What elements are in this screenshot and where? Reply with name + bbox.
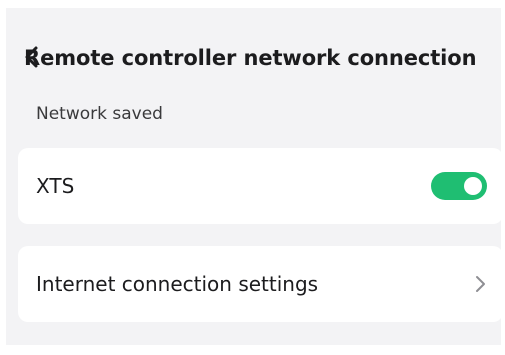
back-button[interactable] [24, 44, 40, 70]
internet-connection-settings-item[interactable]: Internet connection settings [18, 246, 503, 322]
network-toggle[interactable] [431, 172, 487, 200]
app-screen: Remote controller network connection Net… [6, 8, 503, 345]
page-title: Remote controller network connection [24, 46, 477, 70]
network-item-xts[interactable]: XTS [18, 148, 503, 224]
header: Remote controller network connection [24, 38, 477, 78]
back-arrow-icon [25, 46, 38, 68]
chevron-right-icon [473, 274, 487, 294]
section-label-network-saved: Network saved [36, 104, 163, 124]
toggle-knob [464, 177, 482, 195]
network-name: XTS [36, 174, 75, 198]
settings-item-label: Internet connection settings [36, 272, 319, 296]
